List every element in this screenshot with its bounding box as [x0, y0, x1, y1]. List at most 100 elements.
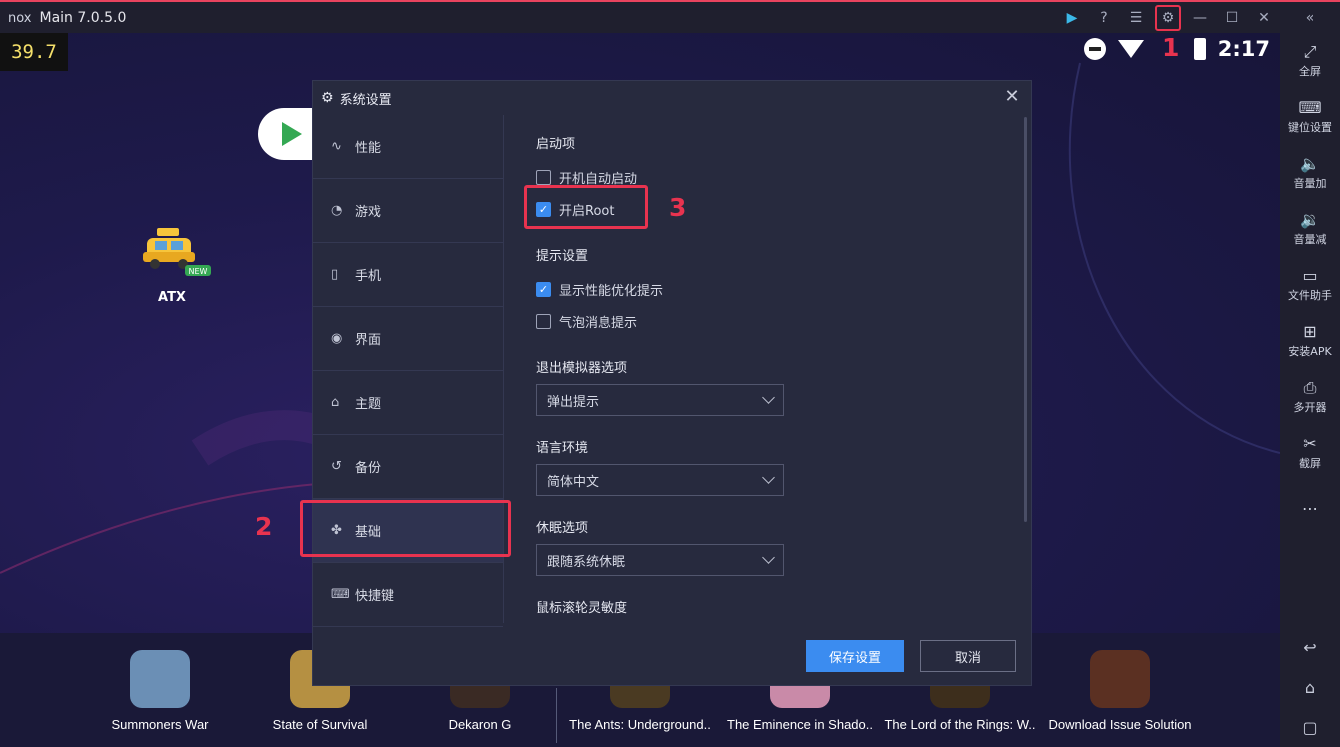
nav-item-label: 主题: [355, 397, 382, 412]
sidebar-item-label: 安装APK: [1288, 345, 1332, 358]
section-language: 语言环境: [536, 441, 589, 456]
dock-separator: [556, 688, 557, 743]
dialog-title: 系统设置: [339, 92, 392, 108]
battery-icon: [1193, 38, 1206, 60]
nox-logo: nox: [8, 10, 32, 26]
scrollbar[interactable]: [1024, 117, 1027, 522]
app-label: Download Issue Solution: [1048, 717, 1192, 732]
checkbox-label: 显示性能优化提示: [559, 284, 664, 299]
game-icon: ◔: [331, 203, 343, 218]
gear-icon: ⚙: [321, 90, 334, 106]
minimize-icon[interactable]: —: [1184, 2, 1216, 34]
sidebar-item-label: 多开器: [1293, 401, 1327, 414]
sidebar-item-more[interactable]: ⋯: [1280, 481, 1340, 537]
nav-item-label: 性能: [355, 141, 382, 156]
sidebar-item-screenshot[interactable]: ✂ 截屏: [1280, 425, 1340, 481]
app-label: The Eminence in Shado..: [727, 717, 873, 732]
highlight-basic: [300, 500, 511, 557]
gear-icon[interactable]: ⚙: [1155, 5, 1181, 31]
nav-item-label: 界面: [355, 333, 382, 348]
fullscreen-icon: ⤢: [1303, 42, 1317, 61]
close-icon[interactable]: ✕: [1248, 2, 1280, 34]
annotation-2: 2: [255, 512, 273, 541]
checkmark-icon: ✓: [536, 282, 551, 297]
nav-item-performance[interactable]: ∿ 性能: [313, 115, 503, 179]
section-tips: 提示设置: [536, 249, 589, 264]
dock-app[interactable]: Summoners War: [80, 650, 240, 732]
back-icon[interactable]: ↩: [1280, 627, 1340, 667]
highlight-root: [524, 185, 648, 229]
atx-app-icon[interactable]: NEW: [143, 228, 211, 278]
nav-item-game[interactable]: ◔ 游戏: [313, 179, 503, 243]
nav-item-backup[interactable]: ↺ 备份: [313, 435, 503, 499]
checkbox-box: [536, 314, 551, 329]
nav-item-shortcuts[interactable]: ⌨ 快捷键: [313, 563, 503, 627]
sidebar-item-label: 音量减: [1293, 233, 1327, 246]
cancel-button[interactable]: 取消: [920, 640, 1016, 672]
menu-icon[interactable]: ☰: [1120, 2, 1152, 34]
help-icon[interactable]: ?: [1088, 2, 1120, 34]
settings-dialog: ⚙ 系统设置 ✕ ∿ 性能 ◔ 游戏 ▯ 手机 ◉ 界面 ⌂ 主题 ↺ 备份 ✤ 基础 ⌨ 快捷…: [312, 80, 1032, 686]
nav-item-interface[interactable]: ◉ 界面: [313, 307, 503, 371]
select-value: 简体中文: [547, 474, 600, 490]
home-icon[interactable]: ⌂: [1280, 667, 1340, 707]
exit-option-select[interactable]: 弹出提示: [536, 384, 784, 416]
nav-item-label: 手机: [355, 269, 382, 284]
language-select[interactable]: 简体中文: [536, 464, 784, 496]
checkbox-label: 气泡消息提示: [559, 316, 638, 331]
performance-icon: ∿: [331, 139, 342, 154]
sidebar-item-label: 键位设置: [1288, 121, 1332, 134]
install-apk-icon: ⊞: [1303, 322, 1317, 341]
app-label: The Lord of the Rings: W..: [884, 717, 1036, 732]
nav-item-theme[interactable]: ⌂ 主题: [313, 371, 503, 435]
app-icon: [1090, 650, 1150, 708]
checkbox-box: [536, 170, 551, 185]
taxi-icon: NEW: [143, 228, 211, 276]
phone-icon: ▯: [331, 267, 339, 282]
dock-app[interactable]: Download Issue Solution: [1040, 650, 1200, 732]
nav-item-label: 快捷键: [355, 589, 395, 604]
perf-tip-checkbox[interactable]: ✓ 显示性能优化提示: [536, 280, 663, 299]
sidebar-item-label: 截屏: [1299, 457, 1321, 470]
sidebar-item-file-helper[interactable]: ▭ 文件助手: [1280, 257, 1340, 313]
save-button[interactable]: 保存设置: [806, 640, 904, 672]
select-value: 跟随系统休眠: [547, 554, 626, 570]
sidebar-item-multi-instance[interactable]: ⎙ 多开器: [1280, 369, 1340, 425]
sidebar-item-label: 全屏: [1299, 65, 1321, 78]
sidebar-item-volume-down[interactable]: 🔉 音量减: [1280, 201, 1340, 257]
dialog-footer: 保存设置 取消: [313, 623, 1031, 685]
nav-item-label: 备份: [355, 461, 382, 476]
maximize-icon[interactable]: ☐: [1216, 2, 1248, 34]
app-label: State of Survival: [272, 717, 368, 732]
window-title: Main 7.0.5.0: [39, 10, 127, 26]
sidebar-item-install-apk[interactable]: ⊞ 安装APK: [1280, 313, 1340, 369]
app-icon: [130, 650, 190, 708]
recents-icon[interactable]: ▢: [1280, 707, 1340, 747]
sidebar-item-keymap[interactable]: ⌨ 键位设置: [1280, 89, 1340, 145]
sidebar-item-label: 文件助手: [1288, 289, 1332, 302]
sidebar-item-volume-up[interactable]: 🔈 音量加: [1280, 145, 1340, 201]
bubble-tip-checkbox[interactable]: 气泡消息提示: [536, 312, 637, 331]
nav-item-phone[interactable]: ▯ 手机: [313, 243, 503, 307]
shirt-icon: ⌂: [331, 395, 340, 410]
close-icon[interactable]: ✕: [1001, 86, 1023, 108]
fps-counter: 39.7: [0, 33, 68, 71]
app-label: The Ants: Underground..: [569, 717, 711, 732]
collapse-icon[interactable]: «: [1280, 2, 1340, 34]
annotation-3: 3: [669, 193, 687, 222]
play-store-icon[interactable]: ▶: [1056, 2, 1088, 34]
app-label: Dekaron G: [448, 717, 512, 732]
section-wheel-sensitivity: 鼠标滚轮灵敏度: [536, 601, 628, 616]
scissors-icon: ✂: [1303, 434, 1317, 453]
atx-app-label: ATX: [158, 290, 186, 305]
volume-up-icon: 🔈: [1300, 154, 1320, 173]
section-sleep: 休眠选项: [536, 521, 589, 536]
volume-down-icon: 🔉: [1300, 210, 1320, 229]
sidebar-item-fullscreen[interactable]: ⤢ 全屏: [1280, 33, 1340, 89]
do-not-disturb-icon: [1083, 38, 1106, 60]
chevron-down-icon: [762, 471, 775, 484]
wifi-icon: [1117, 40, 1144, 58]
sleep-select[interactable]: 跟随系统休眠: [536, 544, 784, 576]
keyboard-icon: ⌨: [1298, 98, 1322, 117]
more-icon: ⋯: [1302, 499, 1318, 518]
